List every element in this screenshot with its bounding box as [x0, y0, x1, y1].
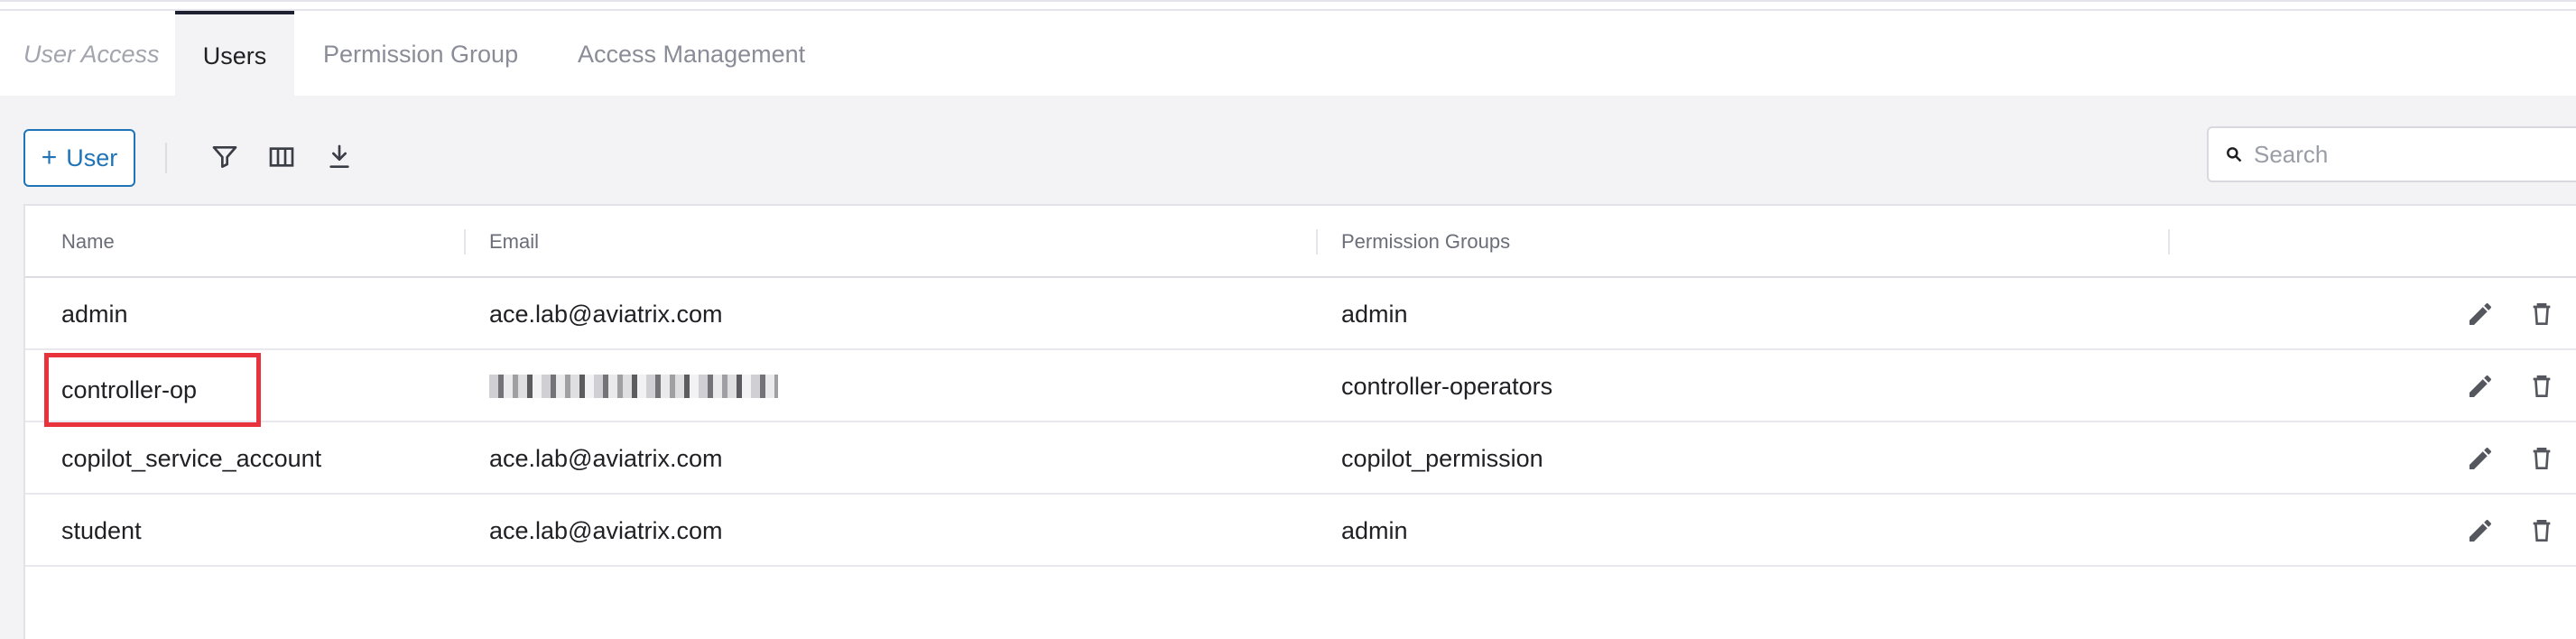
user-email: ace.lab@aviatrix.com: [489, 516, 723, 544]
table-row[interactable]: copilot_service_account ace.lab@aviatrix…: [25, 422, 2576, 495]
delete-icon[interactable]: [2524, 440, 2560, 477]
user-permission-groups: admin: [1341, 516, 1408, 544]
tab-access-management[interactable]: Access Management: [578, 11, 805, 97]
add-user-button[interactable]: + User: [23, 129, 135, 187]
tab-users[interactable]: Users: [175, 11, 294, 97]
add-user-label: User: [66, 144, 118, 171]
breadcrumb[interactable]: User Access: [23, 11, 160, 97]
delete-icon[interactable]: [2524, 296, 2560, 332]
user-email-redacted: [489, 350, 778, 422]
user-name: student: [61, 516, 142, 544]
user-name: copilot_service_account: [61, 444, 322, 472]
toolbar-divider: [165, 143, 167, 173]
user-name-highlighted: controller-op: [44, 353, 261, 427]
column-header-permission-groups[interactable]: Permission Groups: [1341, 206, 1510, 278]
table-row[interactable]: controller-op controller-operators: [25, 350, 2576, 427]
redacted-email: [489, 375, 778, 398]
users-table: Name Email Permission Groups admin ace.l…: [23, 204, 2576, 639]
user-permission-groups: admin: [1341, 300, 1408, 328]
tab-permission-group[interactable]: Permission Group: [323, 11, 518, 97]
delete-icon[interactable]: [2524, 513, 2560, 549]
search-box[interactable]: [2207, 126, 2576, 182]
column-header-name[interactable]: Name: [61, 206, 115, 278]
user-permission-groups: copilot_permission: [1341, 444, 1543, 472]
user-email: ace.lab@aviatrix.com: [489, 444, 723, 472]
table-header: Name Email Permission Groups: [25, 206, 2576, 278]
row-actions: [2462, 350, 2560, 422]
edit-icon[interactable]: [2462, 296, 2498, 332]
plus-icon: +: [41, 143, 58, 172]
user-permission-groups: controller-operators: [1341, 372, 1553, 400]
table-row[interactable]: admin ace.lab@aviatrix.com admin: [25, 278, 2576, 350]
columns-icon[interactable]: [264, 139, 300, 175]
search-icon: [2227, 147, 2242, 162]
table-row[interactable]: student ace.lab@aviatrix.com admin: [25, 495, 2576, 567]
filter-icon[interactable]: [207, 139, 243, 175]
column-resize-handle[interactable]: [1316, 229, 1318, 255]
row-actions: [2462, 495, 2560, 567]
tab-bar: User Access Users Permission Group Acces…: [0, 0, 2576, 97]
edit-icon[interactable]: [2462, 440, 2498, 477]
search-input[interactable]: [2254, 140, 2525, 169]
column-resize-handle[interactable]: [2168, 229, 2170, 255]
row-actions: [2462, 422, 2560, 495]
row-actions: [2462, 278, 2560, 350]
download-icon[interactable]: [321, 139, 357, 175]
column-resize-handle[interactable]: [464, 229, 466, 255]
edit-icon[interactable]: [2462, 368, 2498, 404]
user-email: ace.lab@aviatrix.com: [489, 300, 723, 328]
user-name: admin: [61, 300, 128, 328]
edit-icon[interactable]: [2462, 513, 2498, 549]
delete-icon[interactable]: [2524, 368, 2560, 404]
column-header-email[interactable]: Email: [489, 206, 539, 278]
